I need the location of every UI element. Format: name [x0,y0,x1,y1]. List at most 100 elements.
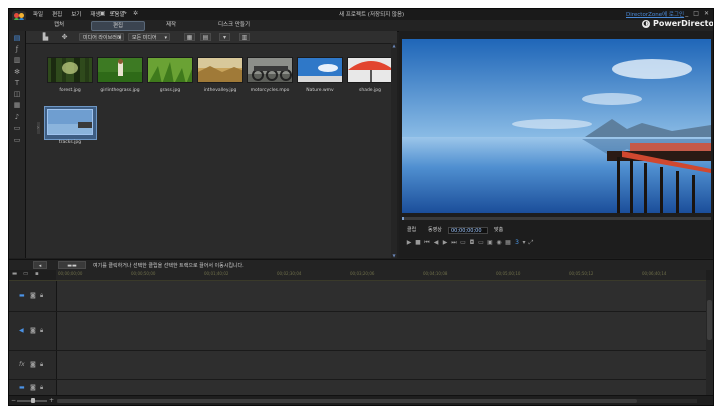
zoom-handle[interactable] [31,398,35,403]
preview-seek-slider[interactable] [402,217,711,220]
library-thumb-forest[interactable] [47,57,93,83]
scroll-up-icon[interactable]: ▲ [391,43,397,48]
tab-create-disc[interactable]: 디스크 만들기 [204,21,264,29]
close-button[interactable]: ✕ [704,10,709,17]
grass-image [148,58,192,82]
brand-name: PowerDirector [653,19,714,28]
insert-icon[interactable]: ◂ [33,261,47,269]
fit-dropdown[interactable]: 맞춤 [494,226,503,235]
stop-icon[interactable]: ■ [414,239,422,247]
girl-in-grass-image [98,58,142,82]
ruler-tick: 00;00;00;00 [58,271,83,276]
audio-mix-room-icon[interactable]: ▦ [12,101,22,110]
maximize-button[interactable]: □ [693,10,699,17]
seek-handle[interactable] [402,217,404,220]
clip-mode-button[interactable]: 클립 [407,226,416,235]
timeline-vertical-scrollbar[interactable] [706,280,713,395]
title-room-icon[interactable]: T [12,79,22,88]
chapter-room-icon[interactable]: ▭ [12,124,22,133]
track-lock-icon[interactable]: 🔒︎ [40,361,43,369]
menu-item-view[interactable]: 보기 [71,10,81,18]
media-type-dropdown[interactable]: 미디어 라이브러리 ▾ [79,33,124,41]
transition-room-icon[interactable]: ◫ [12,90,22,99]
track-visibility-icon[interactable]: ◙ [30,361,36,369]
play-icon[interactable]: ▶ [405,239,413,247]
particle-room-icon[interactable]: ✻ [12,68,22,77]
previous-frame-icon[interactable]: ⏮ [423,239,431,247]
track-lane[interactable] [57,312,707,350]
explorer-view-icon[interactable]: ▥ [239,33,250,41]
library-thumb-girlinthegrass[interactable] [97,57,143,83]
storyboard-view-icon[interactable]: ▭ [23,271,28,278]
grid-view-icon[interactable]: ▦ [184,33,195,41]
effect-room-icon[interactable]: ƒ [12,45,22,54]
track-lane[interactable] [57,281,707,311]
undock-icon[interactable]: ▦ [504,239,512,247]
library-thumb-inthevalley[interactable] [197,57,243,83]
mark-in-icon[interactable]: ▭ [459,239,467,247]
tab-capture[interactable]: 캡처 [39,21,79,29]
media-filter-dropdown[interactable]: 모든 미디어 ▾ [128,33,170,41]
scroll-down-icon[interactable]: ▼ [391,253,397,258]
library-label-girlinthegrass: girlinthegrass.jpg [100,88,140,93]
movie-mode-button[interactable]: 동영상 [428,226,442,235]
pip-room-icon[interactable]: ▥ [12,56,22,65]
save-icon[interactable]: ▣ [99,10,106,17]
media-filter-dropdown-value: 모든 미디어 [132,35,157,41]
menu-item-edit[interactable]: 편집 [52,10,62,18]
library-thumb-grass[interactable] [147,57,193,83]
library-label-tracks: tracks.jpg [58,140,82,145]
zoom-in-icon[interactable]: + [49,397,54,404]
menu-item-file[interactable]: 파일 [33,10,43,18]
track-visibility-icon[interactable]: ◙ [30,327,36,335]
track-lock-icon[interactable]: 🔒︎ [40,292,43,300]
voice-over-icon[interactable]: ♪ [12,113,22,122]
track-visibility-icon[interactable]: ◙ [30,384,36,392]
fullscreen-icon[interactable]: ⤢ [527,239,535,247]
track-lane[interactable] [57,351,707,379]
timeline-settings-icon[interactable]: ▪ [35,271,39,278]
volume-icon[interactable]: ◉ [495,239,503,247]
plugin-icon[interactable]: ✥ [60,33,69,41]
timeline-horizontal-scrollbar[interactable] [57,399,697,403]
sort-icon[interactable]: ▾ [219,33,230,41]
undo-icon[interactable]: ↶ [110,10,117,17]
tab-produce[interactable]: 제작 [151,21,191,29]
scroll-thumb[interactable] [707,300,712,340]
library-thumb-nature[interactable] [297,57,343,83]
forward-icon[interactable]: ▶ [441,239,449,247]
tab-edit[interactable]: 편집 [91,21,145,31]
app-window: 파일 편집 보기 재생 도움말 ▣ ↶ ↷ ✲ 새 프로젝트 (저장되지 않음)… [8,8,714,406]
collapse-handle[interactable]: › [37,122,40,134]
redo-icon[interactable]: ↷ [121,10,128,17]
timeline-view-icon[interactable]: ▬ [12,271,17,278]
login-link[interactable]: DirectorZone에 로그인 [626,10,684,18]
display-icon[interactable]: ▣ [486,239,494,247]
zoom-out-icon[interactable]: − [11,397,16,404]
video-track-1: ▬ ◙ 🔒︎ [9,281,713,311]
library-thumb-shade[interactable] [347,57,393,83]
snapshot-icon[interactable]: ◘ [468,239,476,247]
track-lock-icon[interactable]: 🔒︎ [40,384,43,392]
library-thumb-tracks[interactable] [47,109,93,135]
scroll-thumb[interactable] [57,399,637,403]
next-frame-icon[interactable]: ⏭ [450,239,458,247]
list-view-icon[interactable]: ▤ [200,33,211,41]
minimize-button[interactable]: _ [685,10,688,17]
track-visibility-icon[interactable]: ◙ [30,292,36,300]
timeline-ruler[interactable]: 00;00;00;00 00;00;50;00 00;01;40;02 00;0… [56,270,706,280]
settings-icon[interactable]: ✲ [132,10,139,17]
video-track-icon: ▬ [19,383,25,391]
rewind-icon[interactable]: ◀ [432,239,440,247]
subtitle-room-icon[interactable]: ▭ [12,136,22,145]
track-lane[interactable] [57,380,707,395]
import-media-icon[interactable]: ▙ [41,33,50,41]
track-lock-icon[interactable]: 🔒︎ [40,327,43,335]
library-scrollbar[interactable]: ▲ ▼ [391,43,397,258]
mark-out-icon[interactable]: ▭ [477,239,485,247]
timecode-field[interactable]: 00;00;00;00 [448,227,488,234]
media-room-icon[interactable]: ▤ [12,34,22,43]
library-thumb-motorcycles[interactable] [247,57,293,83]
track-manager-icon[interactable]: ▬▬ [58,261,86,269]
zoom-slider[interactable] [17,398,47,403]
